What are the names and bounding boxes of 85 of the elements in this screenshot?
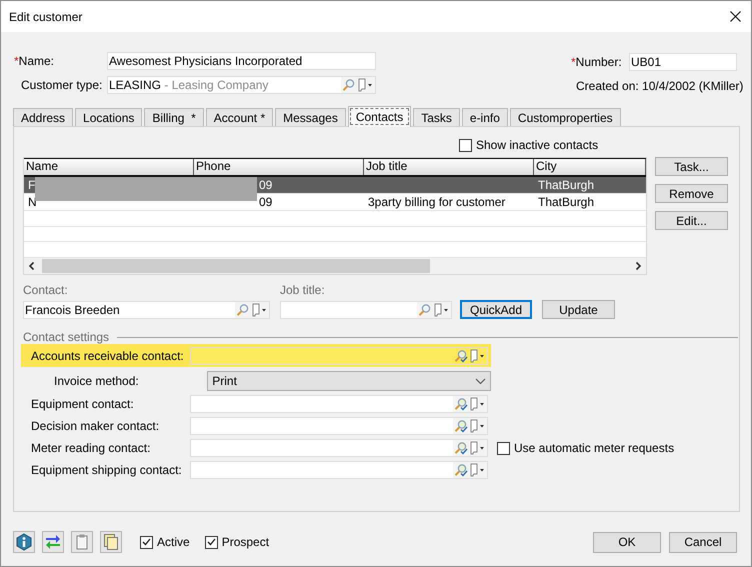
close-icon[interactable] <box>730 11 740 22</box>
action-button[interactable]: Update <box>542 300 615 319</box>
tab[interactable]: Billing * <box>144 108 204 126</box>
tab[interactable]: Contacts <box>348 106 412 127</box>
search-icon[interactable] <box>236 303 250 317</box>
table-cell-text: ThatBurgh <box>537 176 596 193</box>
checkbox-label: Show inactive contacts <box>476 138 598 152</box>
column-header[interactable]: Name <box>24 159 194 175</box>
table-cell-text: 3party billing for customer <box>367 194 506 210</box>
field-label: Equipment contact: <box>31 397 135 411</box>
checkbox-label: Use automatic meter requests <box>514 441 674 455</box>
field-label: *Number: <box>571 55 623 69</box>
swap-arrows-icon <box>44 533 62 551</box>
table-cell-text: 09 <box>258 194 274 210</box>
table-cell-text: F <box>27 176 36 193</box>
tab[interactable]: Messages <box>275 108 346 126</box>
customer-type-field[interactable]: LEASING - Leasing Company <box>107 76 376 94</box>
checkbox-label: Prospect <box>222 535 270 549</box>
side-button[interactable]: Task... <box>655 157 728 176</box>
window-title: Edit customer <box>9 10 82 24</box>
column-header[interactable]: Job title <box>364 159 534 175</box>
contact-lookup-field[interactable] <box>190 461 488 479</box>
field-label: Contact: <box>23 283 69 297</box>
flag-dropdown-icon[interactable] <box>468 397 486 411</box>
flag-dropdown-icon[interactable] <box>468 419 486 433</box>
field-label: Accounts receivable contact: <box>31 348 185 362</box>
search-check-icon[interactable] <box>454 463 468 477</box>
flag-dropdown-icon[interactable] <box>356 78 374 92</box>
flag-dropdown-icon[interactable] <box>432 303 450 317</box>
checkbox[interactable] <box>497 442 510 454</box>
contact-lookup-field[interactable] <box>190 395 488 413</box>
contact-lookup-field[interactable] <box>190 346 488 364</box>
checkbox[interactable] <box>140 536 153 548</box>
created-on-text: Created on: 10/4/2002 (KMiller) <box>576 79 744 93</box>
clipboard-button[interactable] <box>71 531 93 553</box>
field-label: *Name: <box>14 54 56 68</box>
field-label: Decision maker contact: <box>31 419 160 433</box>
search-check-icon[interactable] <box>454 348 468 362</box>
tab[interactable]: Locations <box>75 108 142 126</box>
contact-lookup-field[interactable] <box>190 417 488 435</box>
dialog-button[interactable]: OK <box>593 532 661 552</box>
action-button[interactable]: QuickAdd <box>460 300 532 319</box>
side-button[interactable]: Remove <box>655 184 728 203</box>
tab[interactable]: Tasks <box>413 108 460 126</box>
flag-dropdown-icon[interactable] <box>250 303 268 317</box>
number-field[interactable]: UB01 <box>629 53 737 71</box>
table-cell-text: 09 <box>258 176 274 193</box>
contact-field[interactable]: Francois Breeden <box>23 301 270 319</box>
column-header[interactable]: City <box>534 159 646 175</box>
flag-dropdown-icon[interactable] <box>468 348 486 362</box>
pages-icon <box>102 533 120 551</box>
search-icon[interactable] <box>342 78 356 92</box>
table-cell-text: ThatBurgh <box>537 194 596 210</box>
flag-dropdown-icon[interactable] <box>468 441 486 455</box>
field-label: Customer type: <box>20 78 104 92</box>
chevron-down-icon[interactable] <box>475 378 486 384</box>
tab[interactable]: Account * <box>206 108 274 126</box>
search-check-icon[interactable] <box>454 441 468 455</box>
dialog-button[interactable]: Cancel <box>669 532 737 552</box>
field-label: Equipment shipping contact: <box>31 463 183 477</box>
tab[interactable]: e-info <box>462 108 508 126</box>
search-check-icon[interactable] <box>454 397 468 411</box>
search-icon[interactable] <box>418 303 432 317</box>
contact-lookup-field[interactable] <box>190 439 488 457</box>
field-label: Invoice method: <box>53 374 140 388</box>
flag-dropdown-icon[interactable] <box>468 463 486 477</box>
job-title-field[interactable] <box>280 301 452 319</box>
tab[interactable]: Address <box>13 108 74 126</box>
field-label: Meter reading contact: <box>31 441 152 455</box>
invoice-method-dropdown[interactable]: Print <box>207 371 491 391</box>
pages-button[interactable] <box>100 531 122 553</box>
swap-button[interactable] <box>42 531 64 553</box>
horizontal-scrollbar[interactable] <box>24 258 646 274</box>
checkbox[interactable] <box>459 138 472 152</box>
checkbox-label: Active <box>157 535 190 549</box>
info-button[interactable] <box>13 531 35 553</box>
side-button[interactable]: Edit... <box>655 211 728 230</box>
info-icon <box>15 533 33 551</box>
column-header[interactable]: Phone <box>194 159 364 175</box>
group-title: Contact settings <box>23 330 110 344</box>
field-label: Job title: <box>280 283 326 297</box>
search-check-icon[interactable] <box>454 419 468 433</box>
name-field[interactable]: Awesomest Physicians Incorporated <box>107 52 376 70</box>
checkbox[interactable] <box>204 536 218 548</box>
tab[interactable]: Customproperties <box>510 108 621 126</box>
